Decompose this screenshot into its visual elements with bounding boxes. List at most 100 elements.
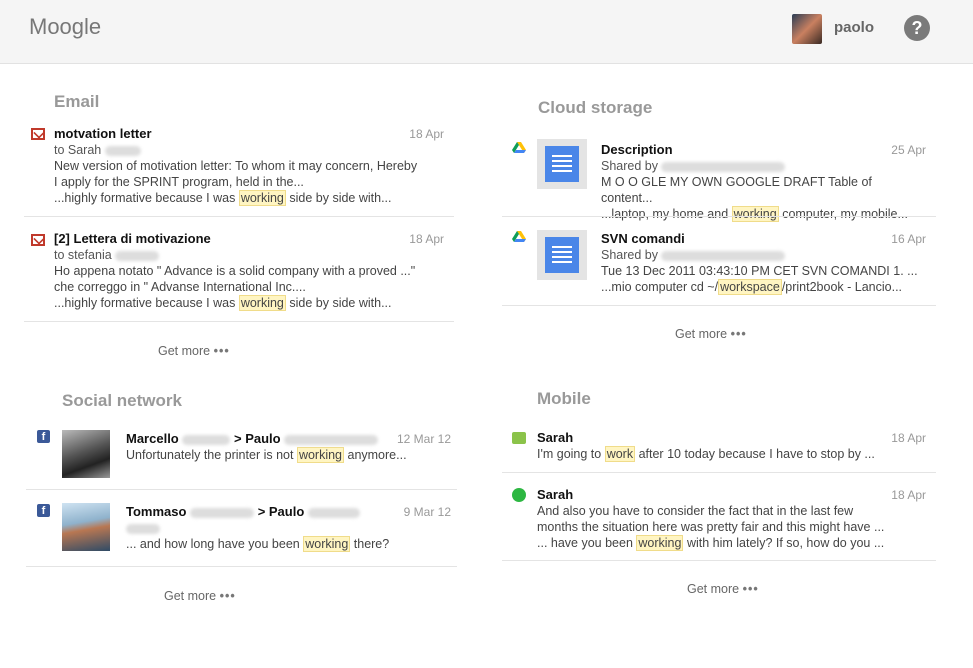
document-thumbnail[interactable] bbox=[537, 230, 587, 280]
email-preview-line: Ho appena notato " Advance is a solid co… bbox=[54, 264, 416, 278]
social-get-more-button[interactable]: Get more ••• bbox=[164, 589, 236, 603]
email-subject[interactable]: [2] Lettera di motivazione bbox=[54, 231, 444, 247]
social-section-title: Social network bbox=[62, 391, 182, 410]
drive-icon bbox=[512, 231, 526, 242]
drive-icon bbox=[512, 142, 526, 153]
search-highlight: working bbox=[238, 190, 286, 206]
snippet-text: anymore... bbox=[344, 448, 407, 462]
blurred-email bbox=[661, 161, 786, 172]
profile-photo[interactable] bbox=[62, 503, 110, 551]
snippet-text: computer, my mobile... bbox=[778, 207, 908, 221]
user-avatar[interactable] bbox=[792, 14, 822, 44]
gmail-icon bbox=[31, 128, 45, 140]
mobile-message-item[interactable]: Sarah 18 Apr And also you have to consid… bbox=[537, 487, 926, 551]
blurred-name bbox=[104, 145, 141, 156]
blurred-email bbox=[661, 250, 786, 261]
search-highlight: working bbox=[296, 447, 345, 463]
file-name[interactable]: Description bbox=[601, 142, 926, 158]
social-post-item[interactable]: Marcello > Paulo 12 Mar 12 Unfortunately… bbox=[126, 431, 451, 463]
mobile-section-title: Mobile bbox=[537, 389, 591, 408]
email-get-more-button[interactable]: Get more ••• bbox=[158, 344, 230, 358]
profile-photo[interactable] bbox=[62, 430, 110, 478]
cloud-file-item[interactable]: SVN comandi 16 Apr Shared by Tue 13 Dec … bbox=[601, 231, 926, 295]
recipient-name[interactable]: > Paulo bbox=[234, 431, 281, 446]
sender-name[interactable]: Marcello bbox=[126, 431, 179, 446]
shared-by-label: Shared by bbox=[601, 159, 658, 173]
post-date: 9 Mar 12 bbox=[403, 505, 451, 519]
email-snippet: ...highly formative because I was workin… bbox=[54, 190, 444, 206]
file-preview-line: Tue 13 Dec 2011 03:43:10 PM CET SVN COMA… bbox=[601, 264, 918, 278]
divider bbox=[26, 489, 457, 490]
more-dots-icon: ••• bbox=[730, 327, 747, 341]
snippet-text: side by side with... bbox=[285, 191, 392, 205]
social-post-item[interactable]: Tommaso > Paulo 9 Mar 12 ... and how lon… bbox=[126, 504, 451, 552]
search-highlight: working bbox=[303, 536, 351, 552]
search-highlight: workspace bbox=[718, 279, 782, 295]
gmail-icon bbox=[31, 234, 45, 246]
recipient-name[interactable]: > Paulo bbox=[258, 504, 305, 519]
email-preview-line: I apply for the SPRINT program, held in … bbox=[54, 175, 304, 189]
blurred-name bbox=[307, 507, 360, 518]
post-snippet: Unfortunately the printer is not working… bbox=[126, 447, 451, 463]
snippet-text: with him lately? If so, how do you ... bbox=[683, 536, 885, 550]
cloud-section-title: Cloud storage bbox=[538, 98, 653, 117]
message-snippet: ... have you been working with him latel… bbox=[537, 535, 926, 551]
search-highlight: work bbox=[604, 446, 636, 462]
shared-by-label: Shared by bbox=[601, 248, 658, 262]
mobile-message-item[interactable]: Sarah 18 Apr I'm going to work after 10 … bbox=[537, 430, 926, 462]
blurred-name bbox=[284, 434, 379, 445]
file-snippet: ...laptop, my home and working computer,… bbox=[601, 206, 926, 222]
email-item[interactable]: [2] Lettera di motivazione 18 Apr to ste… bbox=[54, 231, 444, 311]
file-snippet: ...mio computer cd ~/workspace/print2boo… bbox=[601, 279, 926, 295]
snippet-text: ...mio computer cd ~/ bbox=[601, 280, 719, 294]
contact-name[interactable]: Sarah bbox=[537, 487, 926, 503]
search-highlight: working bbox=[238, 295, 286, 311]
divider bbox=[24, 321, 454, 322]
email-preview-line: New version of motivation letter: To who… bbox=[54, 159, 418, 173]
snippet-text: ... and how long have you been bbox=[126, 537, 304, 551]
snippet-text: ...laptop, my home and bbox=[601, 207, 732, 221]
cloud-get-more-button[interactable]: Get more ••• bbox=[675, 327, 747, 341]
snippet-text: ...highly formative because I was bbox=[54, 296, 239, 310]
search-highlight: working bbox=[636, 535, 684, 551]
divider bbox=[26, 566, 457, 567]
email-recipient: to stefania bbox=[54, 248, 112, 262]
cloud-file-item[interactable]: Description 25 Apr Shared by M O O GLE M… bbox=[601, 142, 926, 222]
blurred-name bbox=[126, 523, 160, 534]
email-item[interactable]: motvation letter 18 Apr to Sarah New ver… bbox=[54, 126, 444, 206]
snippet-text: I'm going to bbox=[537, 447, 605, 461]
snippet-text: Unfortunately the printer is not bbox=[126, 448, 297, 462]
file-name[interactable]: SVN comandi bbox=[601, 231, 926, 247]
post-snippet: ... and how long have you been working t… bbox=[126, 536, 451, 552]
mobile-get-more-button[interactable]: Get more ••• bbox=[687, 582, 759, 596]
divider bbox=[502, 472, 936, 473]
file-preview-line: M O O GLE MY OWN GOOGLE DRAFT Table of c… bbox=[601, 175, 872, 205]
message-preview-line: And also you have to consider the fact t… bbox=[537, 504, 854, 518]
email-preview-line: che correggo in " Advanse International … bbox=[54, 280, 306, 294]
help-icon[interactable]: ? bbox=[904, 15, 930, 41]
facebook-icon: f bbox=[37, 430, 50, 443]
get-more-label: Get more bbox=[158, 344, 211, 358]
divider bbox=[502, 305, 936, 306]
snippet-text: ...highly formative because I was bbox=[54, 191, 239, 205]
snippet-text: ... have you been bbox=[537, 536, 637, 550]
contact-name[interactable]: Sarah bbox=[537, 430, 926, 446]
message-date: 18 Apr bbox=[891, 431, 926, 445]
top-bar: Moogle paolo ? bbox=[0, 0, 973, 64]
post-date: 12 Mar 12 bbox=[396, 432, 451, 446]
message-snippet: I'm going to work after 10 today because… bbox=[537, 446, 926, 462]
email-snippet: ...highly formative because I was workin… bbox=[54, 295, 444, 311]
whatsapp-icon bbox=[512, 488, 526, 502]
sender-name[interactable]: Tommaso bbox=[126, 504, 186, 519]
email-subject[interactable]: motvation letter bbox=[54, 126, 444, 142]
more-dots-icon: ••• bbox=[213, 344, 230, 358]
divider bbox=[502, 560, 936, 561]
username[interactable]: paolo bbox=[834, 19, 874, 36]
snippet-text: /print2book - Lancio... bbox=[781, 280, 903, 294]
email-date: 18 Apr bbox=[409, 232, 444, 246]
get-more-label: Get more bbox=[164, 589, 217, 603]
document-thumbnail[interactable] bbox=[537, 139, 587, 189]
facebook-icon: f bbox=[37, 504, 50, 517]
app-logo[interactable]: Moogle bbox=[29, 14, 101, 40]
snippet-text: side by side with... bbox=[285, 296, 392, 310]
